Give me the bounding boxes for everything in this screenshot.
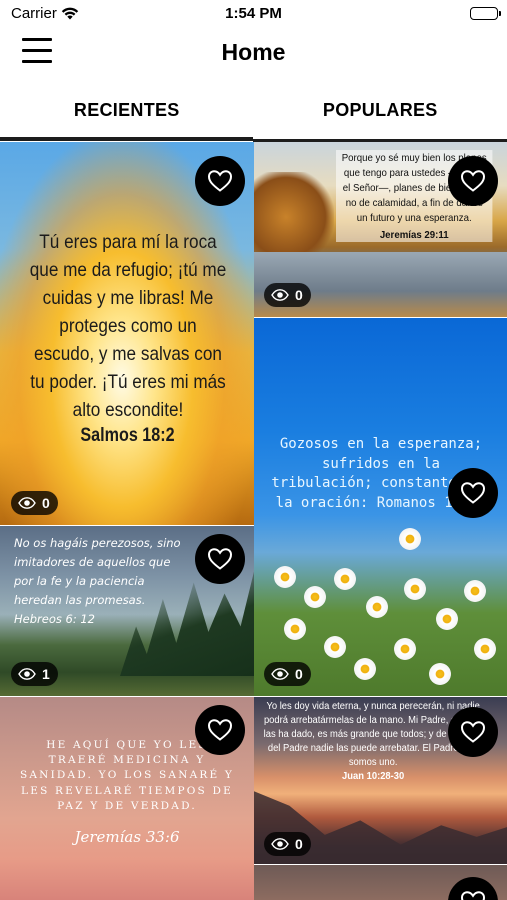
tab-populares[interactable]: POPULARES	[254, 82, 507, 140]
favorite-button[interactable]	[195, 534, 245, 584]
views-count: 1	[42, 666, 50, 682]
hamburger-menu-icon[interactable]	[22, 38, 52, 66]
eye-icon	[271, 668, 289, 680]
page-title: Home	[221, 39, 286, 65]
heart-outline-icon	[460, 891, 486, 900]
heart-outline-icon	[460, 721, 486, 743]
verse-card-juan[interactable]: Yo les doy vida eterna, y nunca perecerá…	[254, 697, 507, 864]
verse-text: No os hagáis perezosos, sino imitadores …	[14, 536, 181, 626]
verse-card-salmos[interactable]: Tú eres para mí la roca que me da refugi…	[0, 142, 254, 525]
verse-reference: Jeremías 29:11	[379, 229, 449, 241]
eye-icon	[18, 497, 36, 509]
verse-text: HE AQUÍ QUE YO LES TRAERÉ MEDICINA Y SAN…	[20, 739, 235, 812]
heart-outline-icon	[460, 170, 486, 192]
favorite-button[interactable]	[195, 156, 245, 206]
heart-outline-icon	[460, 482, 486, 504]
battery-tip	[499, 11, 501, 16]
status-bar: Carrier 1:54 PM	[0, 0, 507, 26]
verse-reference: Juan 10:28-30	[342, 771, 405, 782]
views-count: 0	[42, 495, 50, 511]
views-badge: 0	[264, 283, 311, 307]
verse-card-hebreos[interactable]: No os hagáis perezosos, sino imitadores …	[0, 526, 254, 696]
favorite-button[interactable]	[195, 705, 245, 755]
status-time: 1:54 PM	[225, 5, 282, 22]
daisy-graphic	[334, 568, 356, 590]
views-count: 0	[295, 287, 303, 303]
views-badge: 1	[11, 662, 58, 686]
daisy-graphic	[354, 658, 376, 680]
daisy-graphic	[284, 618, 306, 640]
views-badge: 0	[264, 662, 311, 686]
verse-grid[interactable]: Tú eres para mí la roca que me da refugi…	[0, 142, 507, 900]
daisy-graphic	[429, 663, 451, 685]
daisy-graphic	[436, 608, 458, 630]
daisy-graphic	[324, 636, 346, 658]
favorite-button[interactable]	[448, 156, 498, 206]
tab-selected-indicator	[0, 137, 253, 141]
views-badge: 0	[11, 491, 58, 515]
views-badge: 0	[264, 832, 311, 856]
verse-card-romanos[interactable]: Gozosos en la esperanza; sufridos en la …	[254, 318, 507, 696]
favorite-button[interactable]	[448, 877, 498, 900]
verse-reference: Jeremías 33:6	[74, 828, 180, 846]
autumn-trees-graphic	[254, 172, 334, 262]
verse-card-jeremias-29[interactable]: Porque yo sé muy bien los planes que ten…	[254, 142, 507, 317]
navigation-bar: Home	[0, 26, 507, 82]
favorite-button[interactable]	[448, 468, 498, 518]
heart-outline-icon	[207, 719, 233, 741]
daisy-graphic	[366, 596, 388, 618]
daisy-graphic	[394, 638, 416, 660]
daisy-graphic	[274, 566, 296, 588]
heart-outline-icon	[207, 548, 233, 570]
tab-bar: RECIENTES POPULARES	[0, 82, 507, 140]
verse-text: Tú eres para mí la roca que me da refugi…	[29, 231, 227, 421]
eye-icon	[18, 668, 36, 680]
views-count: 0	[295, 666, 303, 682]
tab-recientes[interactable]: RECIENTES	[0, 82, 254, 140]
heart-outline-icon	[207, 170, 233, 192]
verse-reference: Salmos 18:2	[80, 425, 175, 446]
eye-icon	[271, 289, 289, 301]
verse-card-partial[interactable]	[254, 865, 507, 900]
verse-card-jeremias-33[interactable]: HE AQUÍ QUE YO LES TRAERÉ MEDICINA Y SAN…	[0, 697, 254, 900]
daisy-graphic	[304, 586, 326, 608]
daisy-graphic	[474, 638, 496, 660]
daisy-graphic	[404, 578, 426, 600]
daisy-graphic	[399, 528, 421, 550]
daisy-graphic	[464, 580, 486, 602]
battery-icon	[470, 7, 498, 20]
views-count: 0	[295, 836, 303, 852]
favorite-button[interactable]	[448, 707, 498, 757]
eye-icon	[271, 838, 289, 850]
